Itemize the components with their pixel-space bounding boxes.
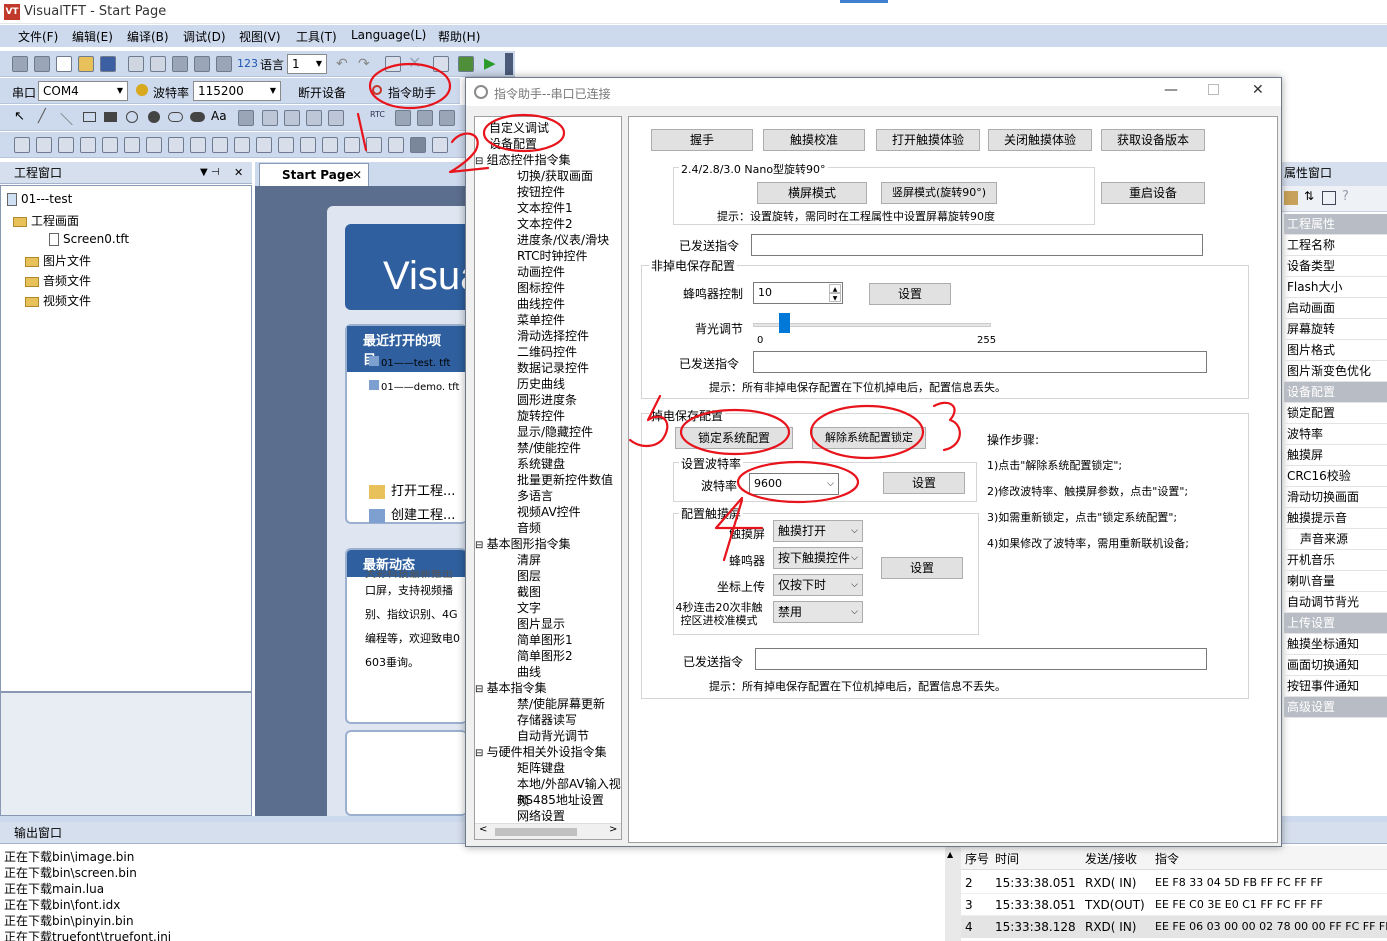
- property-row[interactable]: 图片渐变色优化: [1284, 361, 1387, 382]
- annotation-circle-unlock: [809, 404, 925, 460]
- annotation-number-4: [714, 496, 764, 562]
- annotation-overlay: [356, 62, 961, 562]
- property-category[interactable]: 工程属性: [1284, 214, 1387, 235]
- property-row[interactable]: 启动画面: [1284, 298, 1387, 319]
- property-row[interactable]: 按钮事件通知: [1284, 676, 1387, 697]
- property-row[interactable]: 触摸坐标通知: [1284, 634, 1387, 655]
- property-row[interactable]: 滑动切换画面: [1284, 487, 1387, 508]
- annotation-circle-baud: [736, 460, 860, 504]
- annotation-number-5: [628, 394, 669, 448]
- property-category[interactable]: 上传设置: [1284, 613, 1387, 634]
- property-row[interactable]: 屏幕旋转: [1284, 319, 1387, 340]
- property-row[interactable]: 触摸屏: [1284, 445, 1387, 466]
- property-category[interactable]: 高级设置: [1284, 697, 1387, 718]
- annotation-number-3: [932, 401, 961, 452]
- annotation-circle-lock: [679, 408, 791, 456]
- annotation-number-2: [448, 132, 490, 174]
- annotation-circle-device-config: [482, 113, 566, 153]
- property-row[interactable]: 图片格式: [1284, 340, 1387, 361]
- annotation-circle-assistant: [368, 62, 452, 110]
- property-row[interactable]: 工程名称: [1284, 235, 1387, 256]
- property-row[interactable]: 触摸提示音: [1284, 508, 1387, 529]
- property-row[interactable]: Flash大小: [1284, 277, 1387, 298]
- property-row[interactable]: 画面切换通知: [1284, 655, 1387, 676]
- property-row[interactable]: CRC16校验: [1284, 466, 1387, 487]
- property-row[interactable]: 设备类型: [1284, 256, 1387, 277]
- property-row[interactable]: 喇叭音量: [1284, 571, 1387, 592]
- property-row[interactable]: 自动调节背光: [1284, 592, 1387, 613]
- property-row[interactable]: 锁定配置: [1284, 403, 1387, 424]
- property-row[interactable]: 声音来源: [1284, 529, 1387, 550]
- property-category[interactable]: 设备配置: [1284, 382, 1387, 403]
- property-row[interactable]: 波特率: [1284, 424, 1387, 445]
- property-row[interactable]: 开机音乐: [1284, 550, 1387, 571]
- annotation-number-1: [356, 112, 368, 152]
